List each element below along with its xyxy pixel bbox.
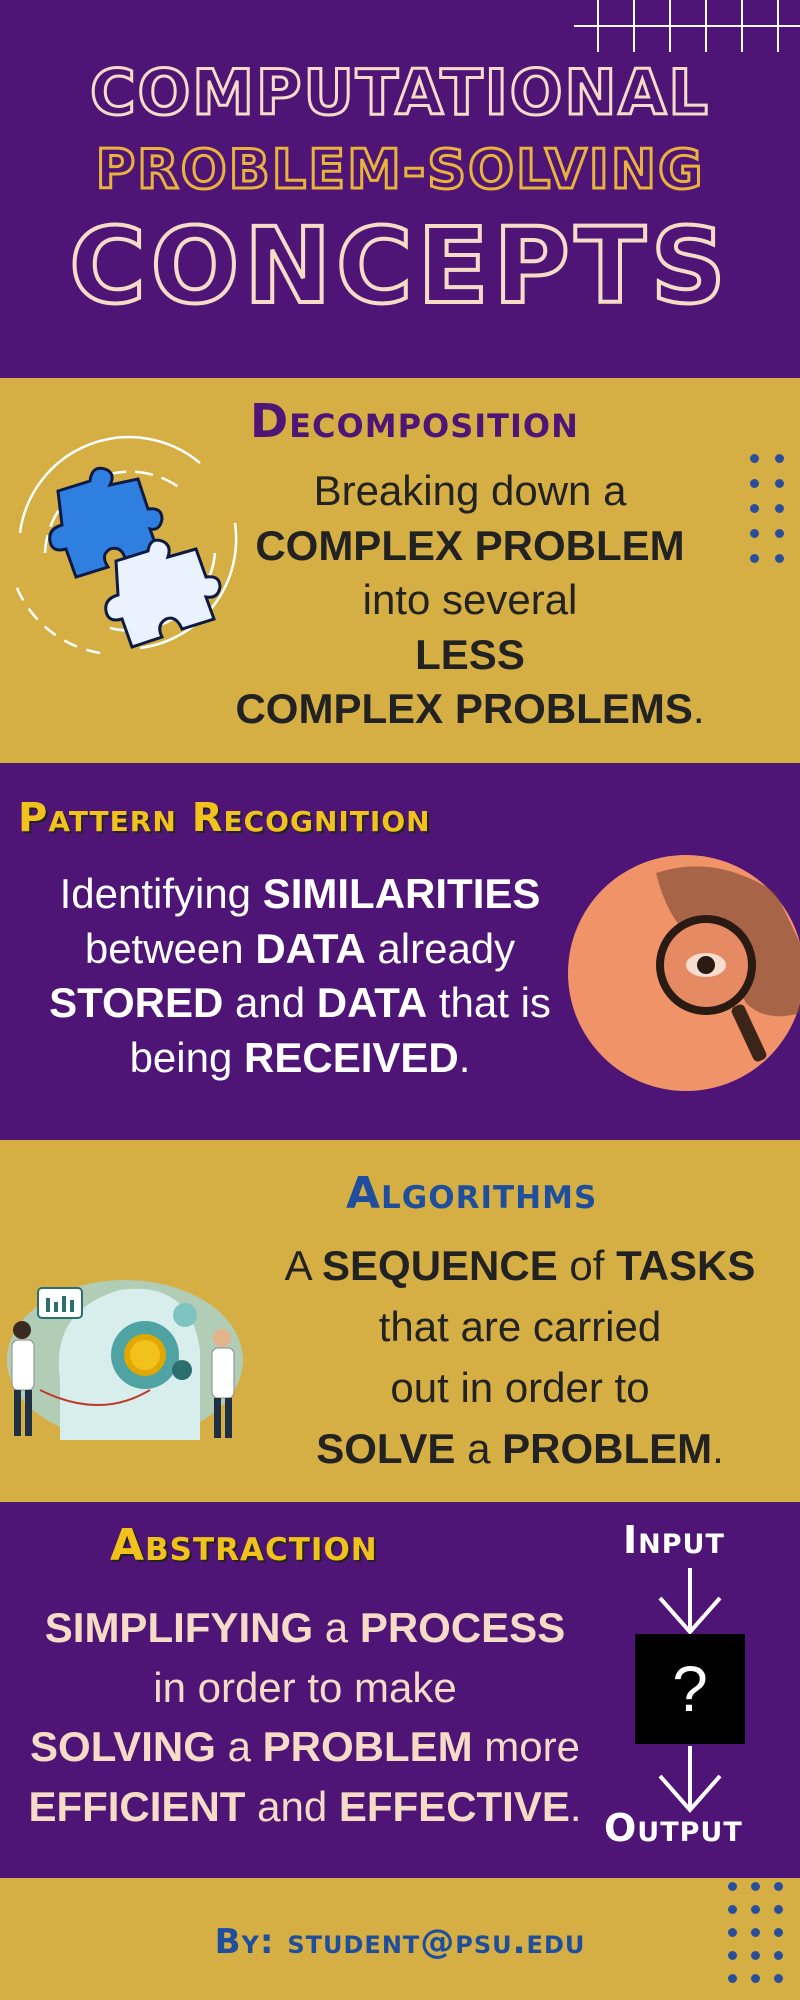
emphasis-text: TASKS [616,1242,756,1289]
blue-dots-decoration [750,454,784,563]
decomposition-line-5: COMPLEX PROBLEMS. [200,682,740,737]
plain-text: and [245,1782,339,1830]
emphasis-text: PROBLEM [502,1424,713,1472]
plain-text: into several [362,576,578,624]
emphasis-text: COMPLEX PROBLEMS [235,685,693,733]
decomposition-heading: Decomposition [250,394,579,448]
down-arrow-icon [658,1568,722,1636]
pattern-line-4: being RECEIVED. [20,1031,580,1086]
footer-section: By: student@psu.edu [0,1878,800,2000]
emphasis-text: SEQUENCE [322,1242,558,1289]
decomposition-section: Decomposition Breaking down a COMPLEX PRO… [0,378,800,763]
decomposition-line-3: into several [200,573,740,628]
algorithms-line-1: A SEQUENCE of TASKS [250,1236,790,1297]
plain-text: in order to make [153,1663,457,1711]
emphasis-text: COMPLEX PROBLEM [255,521,685,569]
pattern-line-2: between DATA already [20,922,580,977]
pattern-line-3: STORED and DATA that is [20,976,580,1031]
ai-head-illustration [7,1280,243,1440]
black-box: ? [635,1634,745,1744]
plain-text: and [223,979,317,1027]
chart-bubble-icon [37,1287,83,1319]
title-line-1: COMPUTATIONAL [89,55,710,131]
plain-text: being [129,1033,245,1081]
emphasis-text: PROCESS [359,1604,566,1651]
gear-icon [124,1334,166,1376]
byline: By: student@psu.edu [214,1922,586,1962]
decomposition-line-1: Breaking down a [200,464,740,519]
algorithms-line-4: SOLVE a PROBLEM. [250,1419,790,1480]
emphasis-text: SIMPLIFYING [44,1604,314,1651]
plain-text: already [365,924,516,972]
emphasis-text: LESS [415,630,525,678]
decomposition-text: Breaking down a COMPLEX PROBLEM into sever… [200,464,740,737]
abstraction-heading: Abstraction [110,1520,378,1571]
grid-decoration [574,0,800,52]
plain-text: Breaking down a [313,467,627,514]
down-arrow-icon-2 [658,1746,722,1814]
input-label: Input [623,1518,725,1562]
footer-dots-decoration [728,1882,783,1983]
abstraction-line-3: SOLVING a PROBLEM more [10,1717,600,1777]
plain-text: a [313,1604,360,1651]
algorithms-section: Algorithms A SEQUENCE of TASKS that are c… [0,1140,800,1502]
emphasis-text: PROBLEM [262,1723,473,1771]
plain-text: out in order to [390,1363,650,1411]
abstraction-text: SIMPLIFYING a PROCESS in order to make SOL… [10,1598,600,1837]
output-label: Output [604,1806,743,1850]
plain-text: . [569,1782,582,1830]
title-line-3: CONCEPTS [67,203,731,329]
plain-text: . [712,1424,724,1472]
title-line-2: PROBLEM-SOLVING [94,137,705,203]
algorithms-line-3: out in order to [250,1358,790,1419]
abstraction-line-2: in order to make [10,1658,600,1718]
emphasis-text: RECEIVED [244,1033,459,1081]
pattern-recognition-section: Pattern Recognition Identifying SIMILARI… [0,763,800,1140]
decomposition-line-2: COMPLEX PROBLEM [200,519,740,574]
plain-text: more [472,1723,580,1771]
algorithms-text: A SEQUENCE of TASKS that are carried out i… [250,1236,790,1480]
plain-text: Identifying [59,870,263,917]
plain-text: that are carried [378,1302,662,1350]
plain-text: a [215,1723,263,1771]
infographic: COMPUTATIONAL PROBLEM-SOLVING CONCEPTS D… [0,0,800,2000]
decomposition-line-4: LESS [200,628,740,683]
magnifier-face-photo [568,855,800,1091]
algorithms-heading: Algorithms [346,1168,598,1219]
plain-text: . [458,1033,471,1081]
algorithms-line-2: that are carried [250,1297,790,1358]
title-section: COMPUTATIONAL PROBLEM-SOLVING CONCEPTS [0,0,800,378]
plain-text: that is [427,979,551,1027]
plain-text: of [557,1242,617,1289]
abstraction-line-4: EFFICIENT and EFFECTIVE. [10,1777,600,1837]
abstraction-line-1: SIMPLIFYING a PROCESS [10,1598,600,1658]
question-mark-icon: ? [672,1653,708,1725]
puzzle-pieces-illustration [13,435,238,655]
emphasis-text: EFFECTIVE [338,1782,570,1830]
emphasis-text: STORED [49,979,224,1027]
abstraction-section: Abstraction SIMPLIFYING a PROCESS in orde… [0,1502,800,1878]
emphasis-text: DATA [255,924,366,972]
emphasis-text: SOLVE [316,1424,456,1472]
plain-text: . [692,685,705,733]
emphasis-text: DATA [316,979,428,1027]
emphasis-text: SOLVING [30,1723,216,1771]
emphasis-text: SIMILARITIES [262,870,541,917]
plain-text: A [284,1242,323,1289]
pattern-text: Identifying SIMILARITIES between DATA alr… [20,867,580,1085]
plain-text: a [455,1424,503,1472]
pattern-heading: Pattern Recognition [18,795,431,841]
pattern-line-1: Identifying SIMILARITIES [20,867,580,922]
emphasis-text: EFFICIENT [28,1782,246,1830]
plain-text: between [84,924,256,972]
